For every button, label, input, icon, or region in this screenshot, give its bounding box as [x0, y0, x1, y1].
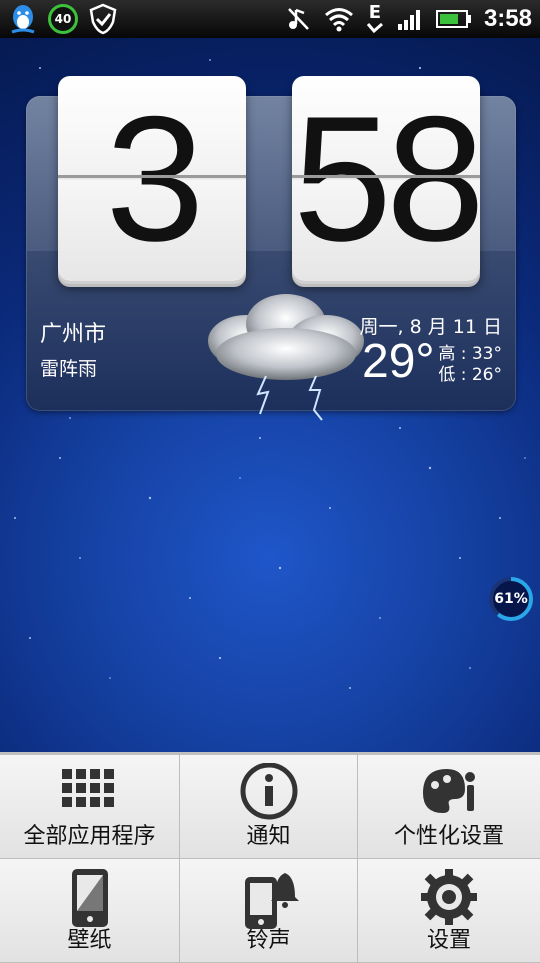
menu-item-settings[interactable]: 设置: [358, 859, 540, 963]
signal-icon: [396, 6, 424, 32]
thunderstorm-cloud-icon: [208, 294, 364, 421]
home-menu-panel[interactable]: 全部应用程序 通知 个性化设置 壁纸 铃声 设置: [0, 752, 540, 963]
wifi-icon: [324, 6, 354, 32]
edge-network-icon: E: [366, 4, 384, 34]
wallpaper-phone-icon: [71, 869, 108, 927]
low-temperature: 低 : 26°: [438, 365, 502, 385]
silent-icon: [286, 6, 312, 32]
info-icon: [240, 763, 297, 820]
minute-flip-card[interactable]: 58: [292, 76, 485, 281]
menu-item-notifications[interactable]: 通知: [180, 755, 358, 859]
palette-brush-icon: [423, 769, 475, 813]
current-temperature: 29°: [362, 335, 435, 388]
flip-hinge: [292, 175, 480, 178]
menu-item-all-apps[interactable]: 全部应用程序: [0, 755, 180, 859]
all-apps-grid-icon: [61, 769, 114, 807]
notification-count-badge: 40: [48, 4, 78, 34]
battery-icon: [435, 8, 472, 30]
weather-city: 广州市: [40, 322, 107, 347]
battery-percent: 61%: [494, 591, 528, 607]
status-time: 3:58: [483, 5, 532, 32]
status-bar[interactable]: 40 E 3:58: [0, 0, 540, 38]
network-type-label: E: [368, 2, 382, 23]
hour-flip-card[interactable]: 3: [58, 76, 246, 281]
settings-gear-icon: [421, 869, 477, 925]
hour-digit: 3: [105, 78, 205, 278]
ringtone-phone-bell-icon: [244, 873, 299, 929]
menu-item-personalize[interactable]: 个性化设置: [358, 755, 540, 859]
weather-condition: 雷阵雨: [40, 358, 98, 380]
security-shield-icon: [86, 2, 120, 36]
menu-item-wallpaper[interactable]: 壁纸: [0, 859, 180, 963]
high-low-temperatures: 高 : 33° 低 : 26°: [438, 344, 502, 386]
clock-weather-widget[interactable]: 3 58 广州市 雷阵雨 周一, 8 月 11 日 29° 高 : 33° 低 …: [26, 76, 516, 421]
menu-item-ringtone[interactable]: 铃声: [180, 859, 358, 963]
qq-icon: [6, 2, 40, 36]
high-temperature: 高 : 33°: [438, 344, 502, 364]
flip-hinge: [58, 175, 246, 178]
minute-digits: 58: [293, 78, 485, 278]
